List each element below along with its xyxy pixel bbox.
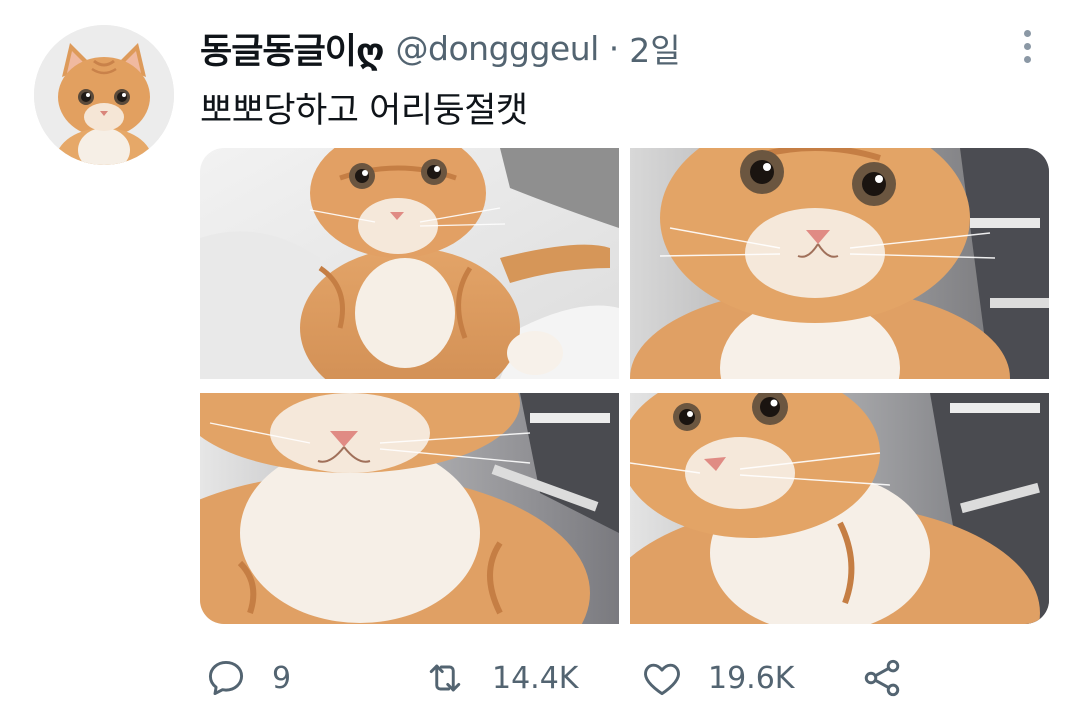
tweet-text: 뽀뽀당하고 어리둥절캣 — [200, 91, 528, 131]
photo-1[interactable] — [200, 148, 619, 379]
kitten-photo-4 — [630, 393, 1049, 624]
reply-icon — [208, 660, 244, 696]
avatar[interactable] — [34, 25, 174, 165]
retweet-icon — [429, 664, 461, 692]
reply-count: 9 — [272, 660, 292, 696]
photo-4[interactable] — [630, 393, 1049, 624]
more-vertical-icon[interactable] — [1012, 26, 1042, 66]
share-button[interactable] — [860, 650, 904, 706]
heart-icon — [644, 663, 680, 696]
reply-button[interactable]: 9 — [204, 650, 291, 706]
avatar-kitten-image — [34, 25, 174, 165]
kitten-photo-2 — [630, 148, 1049, 379]
action-bar: 9 14.4K 19.6K — [200, 650, 1060, 706]
photo-2[interactable] — [630, 148, 1049, 379]
tweet-header: 동글동글이ღ @dongggeul · 2일 — [200, 24, 681, 72]
photo-3[interactable] — [200, 393, 619, 624]
display-name[interactable]: 동글동글이ღ — [200, 23, 385, 74]
like-button[interactable]: 19.6K — [640, 650, 794, 706]
retweet-count: 14.4K — [492, 660, 579, 696]
share-icon — [864, 659, 900, 697]
tweet[interactable]: 동글동글이ღ @dongggeul · 2일 뽀뽀당하고 어리둥절캣 9 14.… — [0, 0, 1080, 710]
kitten-photo-1 — [200, 148, 619, 379]
timestamp[interactable]: 2일 — [629, 24, 680, 72]
retweet-button[interactable]: 14.4K — [422, 650, 578, 706]
user-handle[interactable]: @dongggeul — [396, 29, 600, 68]
media-grid — [200, 148, 1049, 624]
separator-dot: · — [608, 28, 620, 68]
kitten-photo-3 — [200, 393, 619, 624]
like-count: 19.6K — [708, 660, 795, 696]
